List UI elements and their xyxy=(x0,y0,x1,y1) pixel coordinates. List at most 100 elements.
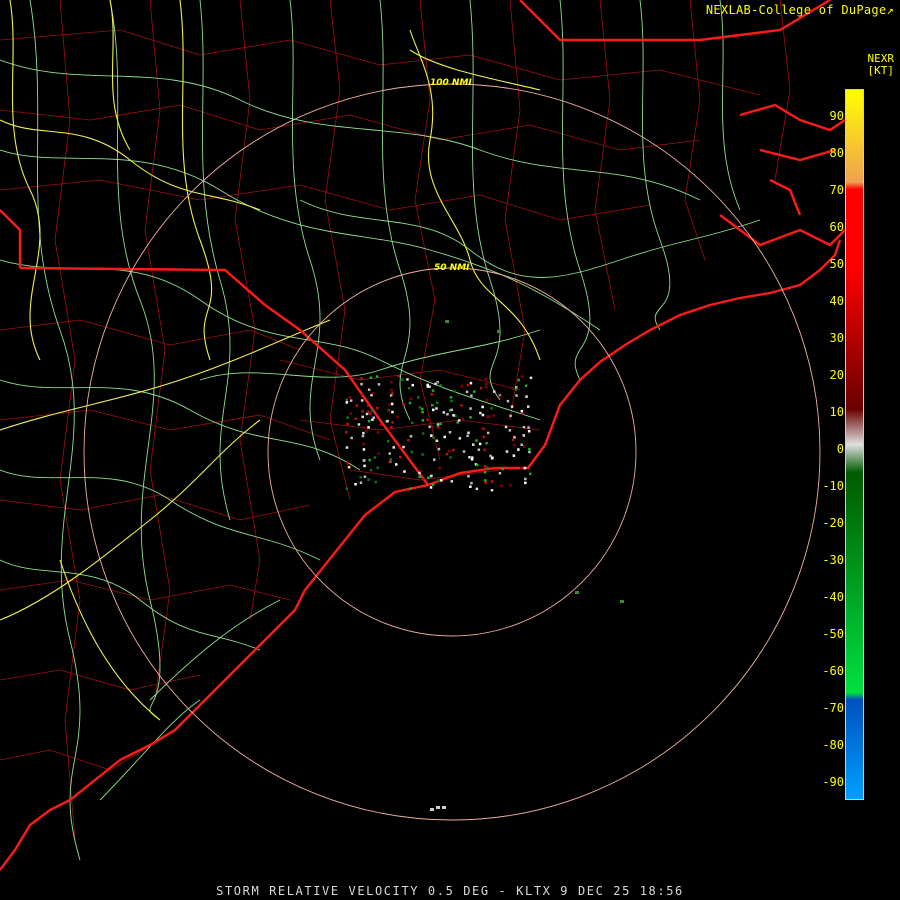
echo-pixel xyxy=(422,477,425,481)
colorbar-tick: 0 xyxy=(836,442,844,456)
ring-label-50: 50 NMI xyxy=(434,263,470,273)
echo-pixel xyxy=(346,416,349,419)
echo-pixel xyxy=(509,414,512,418)
echo-pixel xyxy=(522,445,526,448)
echo-pixel xyxy=(421,410,424,414)
echo-pixel xyxy=(375,375,379,378)
echo-pixel xyxy=(435,439,439,442)
echo-pixel xyxy=(367,478,370,481)
echo-pixel xyxy=(486,415,489,418)
echo-pixel xyxy=(390,402,394,406)
echo-pixel xyxy=(402,445,405,449)
echo-pixel xyxy=(445,452,449,456)
echo-pixel xyxy=(434,382,437,386)
echo-pixel xyxy=(452,448,455,452)
echo-pixel xyxy=(493,390,496,393)
echo-pixel xyxy=(357,423,361,426)
echo-pixel xyxy=(374,480,377,484)
echo-pixel xyxy=(421,419,425,422)
echo-pixel xyxy=(386,440,390,443)
echo-pixel xyxy=(506,399,510,403)
echo-pixel xyxy=(520,467,523,470)
echo-pixel xyxy=(369,376,373,379)
colorbar-tick: 70 xyxy=(829,183,844,197)
echo-pixel xyxy=(469,416,472,419)
echo-pixel xyxy=(368,458,371,462)
echo-pixel xyxy=(408,401,412,405)
echo-pixel xyxy=(397,375,400,378)
echo-pixel xyxy=(520,443,523,446)
echo-pixel xyxy=(486,431,490,435)
echo-pixel xyxy=(428,425,431,428)
echo-pixel xyxy=(512,454,516,457)
echo-pixel xyxy=(520,409,524,413)
radar-map: 100 NMI 50 NMI xyxy=(0,0,900,900)
echo-pixel xyxy=(360,377,363,380)
echo-pixel xyxy=(345,401,349,404)
echo-pixel xyxy=(484,479,487,482)
echo-pixel xyxy=(497,330,501,333)
echo-pixel xyxy=(387,409,390,413)
colorbar-tick: 60 xyxy=(829,220,844,234)
echo-pixel xyxy=(462,450,466,453)
echo-pixel xyxy=(362,442,365,446)
echo-pixel xyxy=(442,806,446,809)
echo-pixel xyxy=(363,464,366,468)
echo-pixel xyxy=(436,401,439,404)
echo-pixel xyxy=(524,477,527,481)
credit-text: NEXLAB-College of DuPage xyxy=(705,3,887,17)
echo-pixel xyxy=(442,411,446,414)
echo-pixel xyxy=(468,456,471,459)
echo-pixel xyxy=(445,320,449,323)
echo-pixel xyxy=(575,591,579,594)
echo-pixel xyxy=(391,410,394,414)
echo-pixel xyxy=(620,600,624,603)
echo-pixel xyxy=(362,448,366,451)
echo-pixel xyxy=(508,429,512,432)
echo-pixel xyxy=(485,382,488,386)
echo-pixel xyxy=(369,468,373,472)
echo-pixel xyxy=(469,381,473,385)
echo-pixel xyxy=(522,434,525,437)
echo-pixel xyxy=(470,394,473,397)
echo-pixel xyxy=(409,435,413,438)
echo-pixel xyxy=(512,443,516,447)
echo-pixel xyxy=(377,452,380,455)
echo-pixel xyxy=(367,404,370,407)
colorbar-tick: 10 xyxy=(829,405,844,419)
echo-pixel xyxy=(411,383,414,387)
echo-pixel xyxy=(390,380,393,384)
echo-pixel xyxy=(361,434,365,438)
echo-pixel xyxy=(490,489,494,492)
echo-pixel xyxy=(373,456,377,459)
echo-pixel xyxy=(461,417,465,421)
echo-pixel xyxy=(510,405,514,408)
echo-pixel xyxy=(465,390,469,394)
echo-pixel xyxy=(396,415,399,419)
echo-pixel xyxy=(348,396,351,399)
echo-pixel xyxy=(509,484,512,487)
echo-pixel xyxy=(501,467,504,471)
echo-pixel xyxy=(498,472,502,475)
echo-pixel xyxy=(525,395,528,398)
echo-pixel xyxy=(489,454,492,458)
echo-pixel xyxy=(517,378,520,382)
echo-pixel xyxy=(527,430,531,433)
echo-pixel xyxy=(475,439,478,442)
colorbar-tick: -90 xyxy=(822,775,844,789)
echo-pixel xyxy=(435,407,438,410)
echo-pixel xyxy=(346,462,350,465)
echo-pixel xyxy=(406,378,409,381)
echo-pixel xyxy=(430,474,433,478)
echo-pixel xyxy=(430,393,434,396)
echo-pixel xyxy=(470,458,474,461)
echo-pixel xyxy=(360,399,364,402)
echo-pixel xyxy=(370,409,374,412)
echo-pixel xyxy=(386,419,389,423)
echo-pixel xyxy=(500,484,503,488)
echo-pixel xyxy=(431,483,435,486)
echo-pixel xyxy=(479,386,483,390)
echo-pixel xyxy=(490,480,494,483)
echo-pixel xyxy=(360,382,363,386)
credit-label[interactable]: NEXLAB-College of DuPage↗ xyxy=(706,3,894,17)
